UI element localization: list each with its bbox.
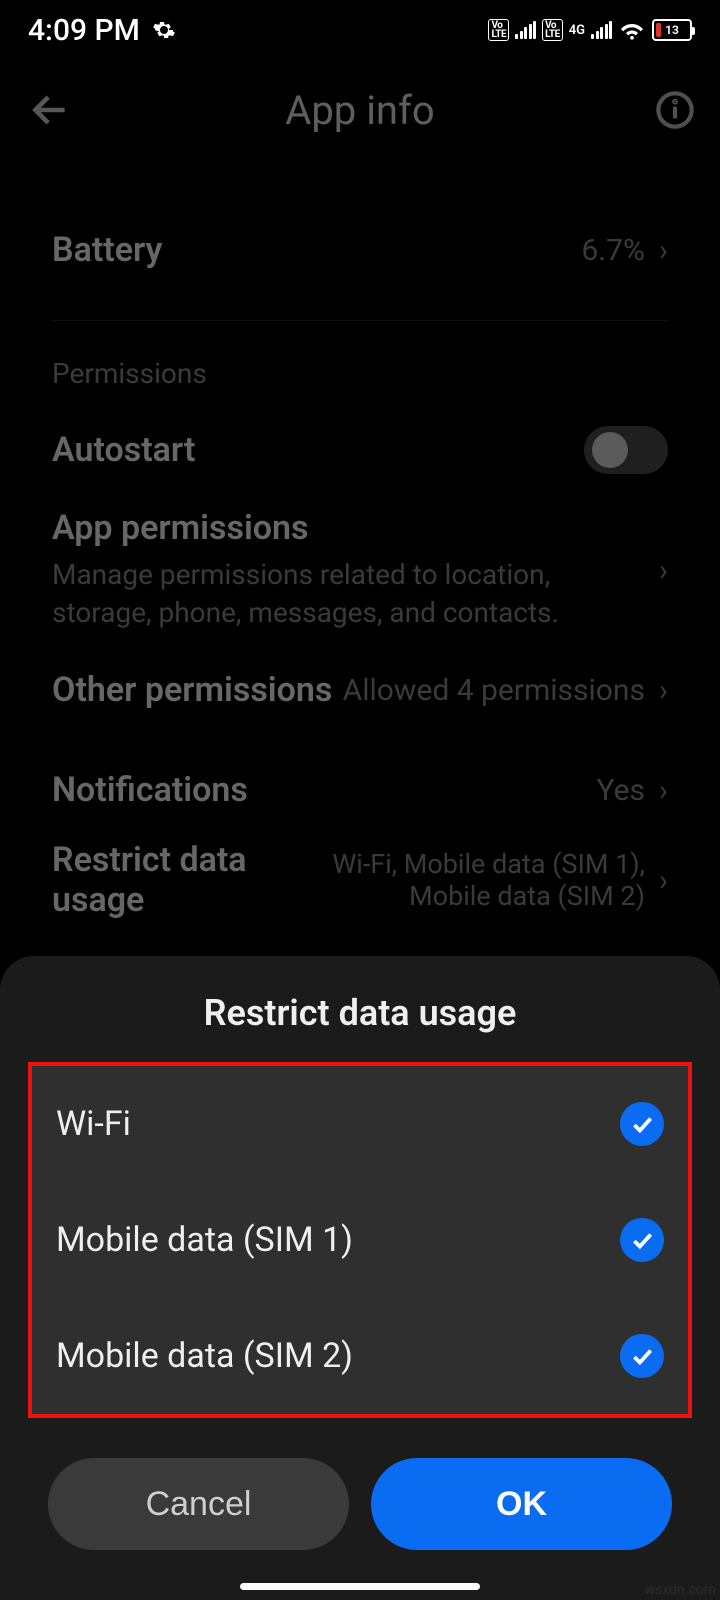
volte-icon: VoLTE: [488, 19, 509, 41]
wifi-icon: [618, 19, 646, 41]
network-4g-icon: 4G: [569, 23, 585, 38]
app-permissions-row[interactable]: App permissions Manage permissions relat…: [0, 500, 720, 640]
autostart-toggle[interactable]: [584, 426, 668, 474]
status-right: VoLTE VoLTE 4G 13: [488, 19, 692, 41]
restrict-data-label: Restrict data usage: [52, 840, 325, 920]
notifications-value: Yes: [597, 773, 645, 808]
autostart-label: Autostart: [52, 430, 195, 470]
checkmark-icon[interactable]: [620, 1102, 664, 1146]
option-sim1-label: Mobile data (SIM 1): [56, 1220, 353, 1260]
notifications-row[interactable]: Notifications Yes ›: [0, 740, 720, 840]
option-sim2[interactable]: Mobile data (SIM 2): [32, 1298, 688, 1414]
chevron-right-icon: ›: [659, 233, 668, 268]
restrict-data-row[interactable]: Restrict data usage Wi-Fi, Mobile data (…: [0, 840, 720, 920]
battery-row[interactable]: Battery 6.7% ›: [0, 200, 720, 300]
divider: [52, 320, 668, 321]
autostart-row[interactable]: Autostart: [0, 400, 720, 500]
chevron-right-icon: ›: [659, 673, 668, 708]
chevron-right-icon: ›: [659, 553, 668, 588]
page-title: App info: [70, 87, 650, 134]
volte-icon-2: VoLTE: [542, 19, 563, 41]
permissions-header: Permissions: [0, 339, 720, 400]
notifications-label: Notifications: [52, 770, 248, 810]
restrict-data-value: Wi-Fi, Mobile data (SIM 1), Mobile data …: [325, 848, 645, 913]
cancel-button[interactable]: Cancel: [48, 1458, 349, 1550]
home-indicator[interactable]: [240, 1583, 480, 1590]
battery-label: Battery: [52, 230, 162, 270]
app-permissions-label: App permissions: [52, 508, 645, 548]
gear-icon: [152, 18, 176, 42]
option-wifi-label: Wi-Fi: [56, 1104, 131, 1144]
back-button[interactable]: [20, 80, 80, 140]
other-permissions-label: Other permissions: [52, 670, 332, 710]
battery-icon: 13: [652, 19, 692, 41]
info-button[interactable]: [650, 85, 700, 135]
app-permissions-desc: Manage permissions related to location, …: [52, 556, 645, 632]
other-permissions-row[interactable]: Other permissions Allowed 4 permissions …: [0, 640, 720, 740]
checkmark-icon[interactable]: [620, 1334, 664, 1378]
signal-icon-1: [515, 21, 536, 39]
ok-button[interactable]: OK: [371, 1458, 672, 1550]
dialog-options-highlight: Wi-Fi Mobile data (SIM 1) Mobile data (S…: [28, 1062, 692, 1418]
status-bar: 4:09 PM VoLTE VoLTE 4G 13: [0, 0, 720, 60]
checkmark-icon[interactable]: [620, 1218, 664, 1262]
dialog-title: Restrict data usage: [0, 992, 720, 1034]
chevron-right-icon: ›: [659, 863, 668, 898]
option-sim1[interactable]: Mobile data (SIM 1): [32, 1182, 688, 1298]
battery-percent: 13: [654, 23, 690, 37]
option-sim2-label: Mobile data (SIM 2): [56, 1336, 353, 1376]
signal-icon-2: [591, 21, 612, 39]
status-time: 4:09 PM: [28, 13, 140, 48]
other-permissions-value: Allowed 4 permissions: [343, 673, 645, 708]
option-wifi[interactable]: Wi-Fi: [32, 1066, 688, 1182]
battery-value: 6.7%: [581, 233, 645, 268]
restrict-data-dialog: Restrict data usage Wi-Fi Mobile data (S…: [0, 956, 720, 1600]
chevron-right-icon: ›: [659, 773, 668, 808]
